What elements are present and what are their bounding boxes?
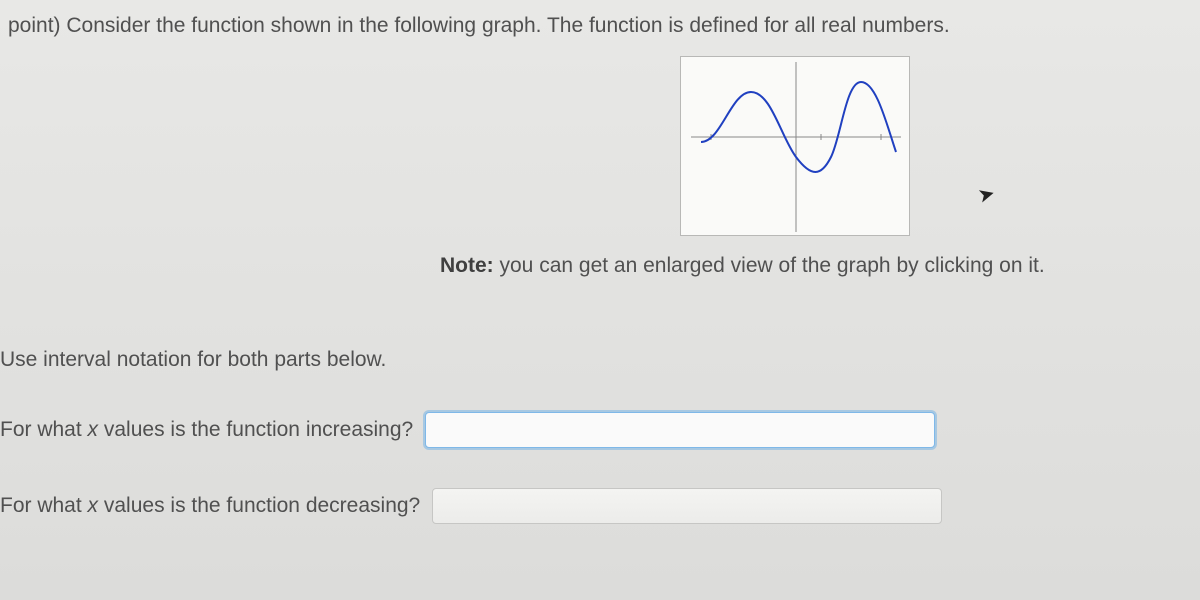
instruction-text: Use interval notation for both parts bel… bbox=[0, 278, 1200, 372]
question-decreasing-label: For what x values is the function decrea… bbox=[0, 494, 420, 518]
note-text: you can get an enlarged view of the grap… bbox=[494, 254, 1045, 277]
graph-note: Note: you can get an enlarged view of th… bbox=[0, 240, 1200, 278]
note-prefix: Note: bbox=[440, 254, 494, 277]
decreasing-input[interactable] bbox=[432, 488, 942, 524]
question-decreasing-row: For what x values is the function decrea… bbox=[0, 448, 1200, 524]
graph-svg bbox=[681, 57, 911, 237]
function-graph[interactable] bbox=[680, 56, 910, 236]
cursor-icon: ➤ bbox=[975, 180, 998, 208]
question-increasing-label: For what x values is the function increa… bbox=[0, 418, 413, 442]
question-increasing-row: For what x values is the function increa… bbox=[0, 372, 1200, 448]
increasing-input[interactable] bbox=[425, 412, 935, 448]
problem-statement: point) Consider the function shown in th… bbox=[0, 14, 1200, 48]
